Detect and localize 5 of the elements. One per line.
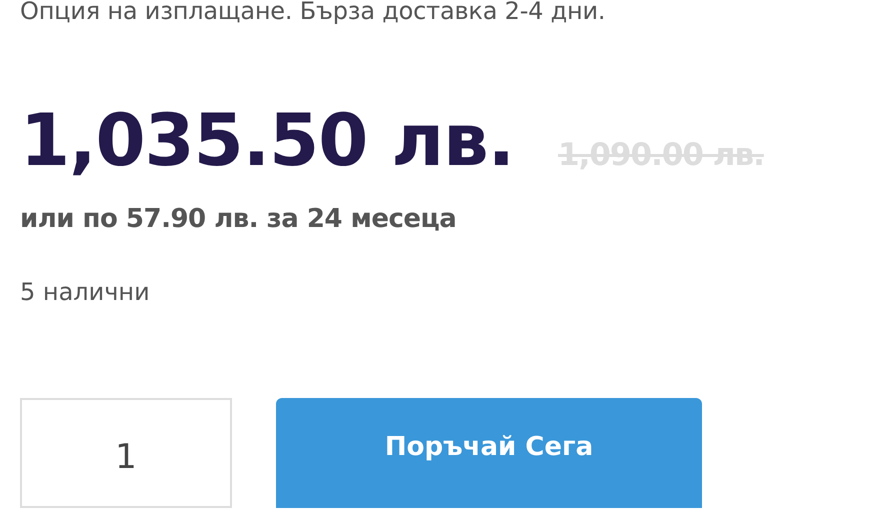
price: 1,035.50 лв. — [20, 98, 514, 182]
payment-note: Опция на изплащане. Бърза доставка 2-4 дни. — [20, 0, 606, 26]
stock-status: 5 налични — [20, 278, 151, 306]
quantity-field[interactable]: 1 — [20, 398, 232, 508]
installment-text: или по 57.90 лв. за 24 месеца — [20, 204, 458, 234]
